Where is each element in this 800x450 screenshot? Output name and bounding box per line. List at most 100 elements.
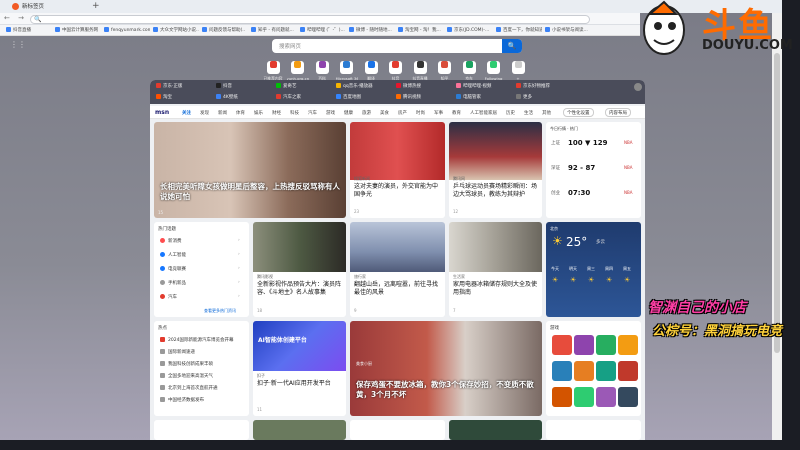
news-list-item[interactable]: 国际新闻速递 <box>160 349 195 355</box>
favorite-item[interactable]: 抖音直播 <box>6 27 52 34</box>
chevron-right-icon[interactable]: › <box>238 294 240 299</box>
news-list-item[interactable]: 中国经济数据发布 <box>160 397 204 403</box>
feed-tab[interactable]: 娱乐 <box>254 110 263 116</box>
feed-tab[interactable]: 游戏 <box>326 110 335 116</box>
hot-list-item[interactable]: 人工智能 › <box>160 252 240 258</box>
news-list-item[interactable]: 2024国际新能源汽车博览会开幕 <box>160 337 233 343</box>
feed-tab[interactable]: 关注 <box>182 110 191 116</box>
game-tile[interactable] <box>618 335 638 355</box>
card-row4-a[interactable] <box>154 420 249 440</box>
quick-link[interactable]: Following <box>483 58 505 81</box>
chevron-right-icon[interactable]: › <box>238 280 240 285</box>
game-tile[interactable] <box>596 387 616 407</box>
stocks-widget[interactable]: 今日行情 · 热门 上证 100 ▼ 129 NBA 深证 92 - 87 NBA 创业 07… <box>546 122 641 218</box>
new-tab-button[interactable]: + <box>92 1 100 11</box>
card-d-title[interactable]: 翻越山岳，远离喧嚣，前往寻找最佳的风景 <box>354 281 442 297</box>
game-tile[interactable] <box>618 361 638 381</box>
feed-tab[interactable]: 时尚 <box>416 110 425 116</box>
quick-link[interactable]: 已推荐内容 <box>262 58 284 82</box>
game-tile[interactable] <box>574 361 594 381</box>
game-tile[interactable] <box>574 387 594 407</box>
site-shortcut[interactable]: 京东·正版 <box>156 83 182 89</box>
site-shortcut[interactable]: 微博热搜 <box>396 83 421 89</box>
site-shortcut[interactable]: 爱奇艺 <box>276 83 297 89</box>
layout-button[interactable]: 内容布局 <box>605 108 631 117</box>
hero-title[interactable]: 长相完美听障女孩做明星后整容，上热搜反驳骂称有人说她可怕 <box>160 182 340 202</box>
ai-card-title[interactable]: 扣子·新一代AI应用开发平台 <box>257 380 343 388</box>
quick-link[interactable]: + <box>507 58 529 81</box>
favorite-item[interactable]: 淘宝网 - 淘！我... <box>398 27 444 34</box>
feed-tab[interactable]: 房产 <box>398 110 407 116</box>
site-shortcut[interactable]: 4K壁纸 <box>216 94 238 100</box>
personalize-button[interactable]: 个性化设置 <box>563 108 594 117</box>
game-tile[interactable] <box>552 387 572 407</box>
favorite-item[interactable]: 知乎 - 有问题就... <box>251 27 297 34</box>
apps-grid-icon[interactable]: ⋮⋮ <box>10 40 26 49</box>
feed-tab[interactable]: 新闻 <box>218 110 227 116</box>
search-button[interactable]: 🔍 <box>502 39 522 53</box>
gear-icon[interactable] <box>634 83 642 91</box>
favorite-item[interactable]: 中国云计算服务网（博... <box>55 27 101 34</box>
favorite-item[interactable]: 京东(JD.COM)-... <box>447 27 493 34</box>
favorite-item[interactable]: 大众文学网站小说... <box>153 27 199 34</box>
hot-list-item[interactable]: 电竞联赛 › <box>160 266 240 272</box>
ai-card[interactable]: AI智能体创建平台 扣子 扣子·新一代AI应用开发平台 11 <box>253 321 346 416</box>
feed-tab[interactable]: 其他 <box>542 110 551 116</box>
feed-tab[interactable]: 汽车 <box>308 110 317 116</box>
card-row4-d[interactable] <box>449 420 542 440</box>
site-shortcut[interactable]: 汽车之家 <box>276 94 301 100</box>
site-shortcut[interactable]: 腾讯视频 <box>396 94 421 100</box>
feed-tab[interactable]: 健康 <box>344 110 353 116</box>
news-list-item[interactable]: 我国科技创新成果丰硕 <box>160 361 213 367</box>
card-row4-b[interactable] <box>253 420 346 440</box>
site-shortcut[interactable]: 百度地图 <box>336 94 361 100</box>
feed-tab[interactable]: 发现 <box>200 110 209 116</box>
site-shortcut[interactable]: 抖音 <box>216 83 232 89</box>
quick-link[interactable]: 京东 <box>458 58 480 82</box>
card-a-title[interactable]: 这对夫妻的演员，外交官能为中国争光 <box>354 183 442 199</box>
feed-tab[interactable]: 财经 <box>272 110 281 116</box>
feed-tab[interactable]: 美食 <box>380 110 389 116</box>
favorite-item[interactable]: 百度一下，你就知道 <box>496 27 542 34</box>
quick-link[interactable]: yunh.org.cn <box>287 58 309 81</box>
game-tile[interactable] <box>618 387 638 407</box>
hot-list-item[interactable]: 手机新品 › <box>160 280 240 286</box>
game-tile[interactable] <box>574 335 594 355</box>
news-card-e[interactable]: 生活家 家用电器冰箱储存规则大全及使用指南 7 <box>449 222 542 317</box>
search-input[interactable]: 搜索网页 <box>272 39 522 53</box>
card-c-title[interactable]: 全新影视作品预告大片：演员阵容、《斗地主》名人故事集 <box>257 281 343 297</box>
fridge-card[interactable]: 美食小厨 保存鸡蛋不要放冰箱，教你3个保存妙招，不变质不散黄，3个月不坏 <box>350 321 542 416</box>
favorite-item[interactable]: fenqyunmark.com <box>104 27 150 34</box>
quick-link[interactable]: Microsoft 365 <box>336 58 358 81</box>
favorite-item[interactable]: 问题反馈与帮助(.. <box>202 27 248 34</box>
news-list-item[interactable]: 北京到上海首次直航开通 <box>160 385 218 391</box>
tab-title[interactable]: 新标签页 <box>22 2 44 10</box>
feed-tab[interactable]: 人工智能 <box>470 110 488 116</box>
favorite-item[interactable]: 哔哩哔哩 (゜-゜)... <box>300 27 346 34</box>
feed-tab[interactable]: 军事 <box>434 110 443 116</box>
favorite-item[interactable]: 小说书架与阅读... <box>545 27 591 34</box>
quick-link[interactable]: 百科 <box>311 58 333 82</box>
hot-list-item[interactable]: 汽车 › <box>160 294 240 300</box>
hero-card[interactable]: 长相完美听障女孩做明星后整容，上热搜反驳骂称有人说她可怕 15 <box>154 122 346 218</box>
chevron-right-icon[interactable]: › <box>238 252 240 257</box>
feed-tab[interactable]: 体育 <box>236 110 245 116</box>
site-shortcut[interactable]: 淘宝 <box>156 94 172 100</box>
favorite-item[interactable]: 微博 - 随时随地... <box>349 27 395 34</box>
quick-link[interactable]: 知乎 <box>434 58 456 82</box>
game-tile[interactable] <box>552 361 572 381</box>
card-row4-e[interactable] <box>546 420 641 440</box>
quick-link[interactable]: 抖音 <box>385 58 407 82</box>
site-shortcut[interactable]: 京东好物推荐 <box>516 83 550 89</box>
feed-tab[interactable]: 科技 <box>290 110 299 116</box>
feed-tab[interactable]: 生活 <box>524 110 533 116</box>
chevron-right-icon[interactable]: › <box>238 238 240 243</box>
news-card-d[interactable]: 旅行家 翻越山岳，远离喧嚣，前往寻找最佳的风景 9 <box>350 222 445 317</box>
address-input[interactable]: 🔍 <box>30 15 590 24</box>
card-b-title[interactable]: 乒乓球运动员赛场精彩瞬间：场边大骂球员，教练为其辩护 <box>453 183 539 199</box>
card-row4-c[interactable] <box>350 420 445 440</box>
site-shortcut[interactable]: 哔哩哔哩·视频 <box>456 83 491 89</box>
site-shortcut[interactable]: 更多 <box>516 94 532 100</box>
news-card-b[interactable]: 腾讯网 乒乓球运动员赛场精彩瞬间：场边大骂球员，教练为其辩护 12 <box>449 122 542 218</box>
feed-tab[interactable]: 旅游 <box>362 110 371 116</box>
